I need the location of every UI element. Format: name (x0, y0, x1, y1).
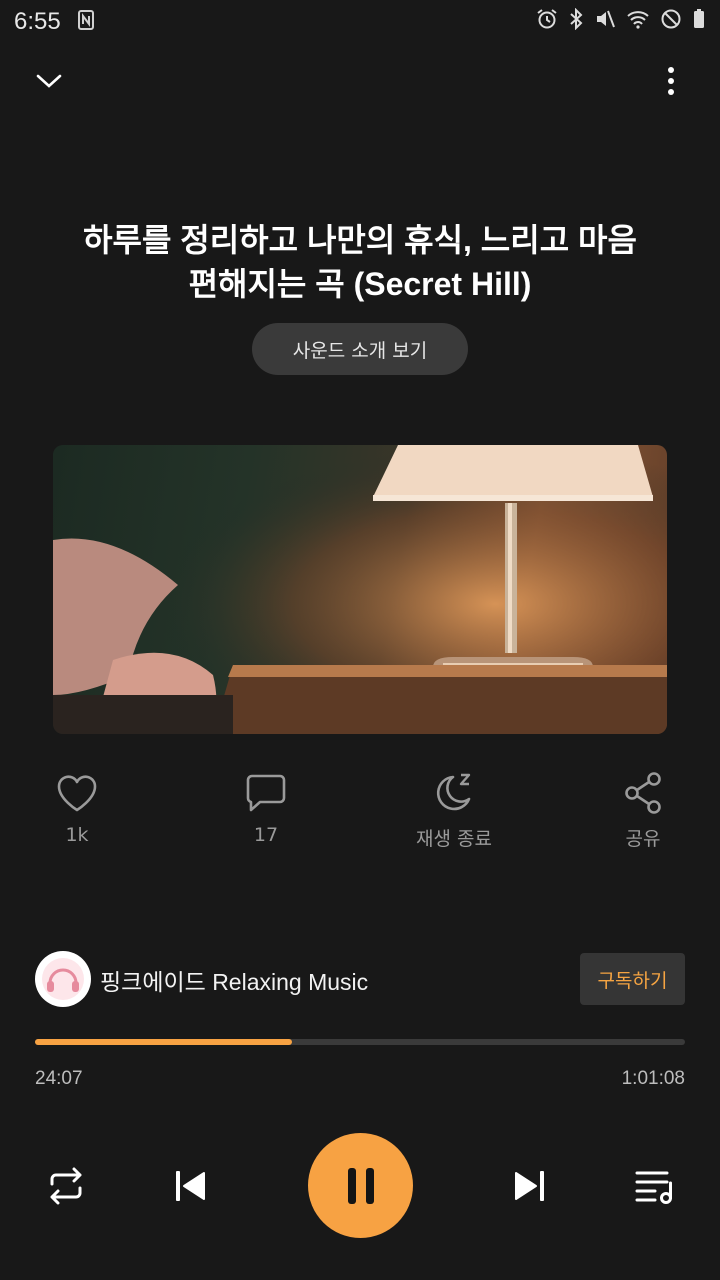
pause-button[interactable] (308, 1133, 413, 1238)
do-not-disturb-icon (661, 9, 681, 29)
like-action[interactable]: 1k (17, 770, 137, 846)
status-icons (536, 8, 706, 30)
track-title-line1: 하루를 정리하고 나만의 휴식, 느리고 마음 (83, 222, 637, 258)
heart-icon (57, 775, 97, 812)
next-button[interactable] (504, 1160, 556, 1212)
playlist-icon (635, 1171, 672, 1204)
album-artwork (53, 445, 667, 734)
share-label: 공유 (625, 828, 661, 850)
mute-icon (597, 10, 615, 28)
like-count: 1k (65, 824, 89, 846)
battery-icon (694, 9, 704, 28)
bluetooth-icon (570, 8, 583, 30)
more-options-button[interactable] (652, 60, 690, 102)
skip-previous-icon (176, 1171, 205, 1201)
total-duration: 1:01:08 (621, 1068, 685, 1089)
channel-name[interactable]: 핑크에이드 Relaxing Music (100, 963, 368, 997)
progress-fill (35, 1039, 292, 1045)
comment-icon (246, 774, 286, 812)
sleep-timer-action[interactable]: 재생 종료 (394, 770, 514, 851)
track-title: 하루를 정리하고 나만의 휴식, 느리고 마음 편해지는 곡 (Secret H… (40, 218, 680, 306)
skip-next-icon (515, 1171, 544, 1201)
wifi-icon (627, 11, 649, 29)
pause-icon (347, 1167, 374, 1204)
share-icon (625, 772, 661, 814)
more-vertical-icon (668, 67, 674, 95)
elapsed-time: 24:07 (35, 1068, 83, 1089)
comment-action[interactable]: 17 (206, 770, 326, 846)
repeat-button[interactable] (40, 1160, 92, 1212)
nfc-icon (78, 10, 94, 34)
collapse-button[interactable] (28, 60, 70, 102)
channel-avatar[interactable] (35, 951, 91, 1007)
track-title-line2: 편해지는 곡 (Secret Hill) (188, 266, 532, 302)
chevron-down-icon (36, 74, 62, 88)
comment-count: 17 (253, 824, 279, 846)
status-time: 6:55 (14, 8, 61, 35)
previous-button[interactable] (164, 1160, 216, 1212)
repeat-icon (50, 1167, 82, 1205)
playlist-button[interactable] (628, 1160, 680, 1212)
alarm-icon (537, 9, 557, 29)
sound-intro-button[interactable]: 사운드 소개 보기 (252, 323, 468, 375)
progress-slider[interactable] (35, 1039, 685, 1045)
sleep-timer-label: 재생 종료 (416, 828, 492, 850)
moon-sleep-icon (436, 773, 471, 811)
share-action[interactable]: 공유 (583, 770, 703, 851)
subscribe-button[interactable]: 구독하기 (580, 953, 685, 1005)
